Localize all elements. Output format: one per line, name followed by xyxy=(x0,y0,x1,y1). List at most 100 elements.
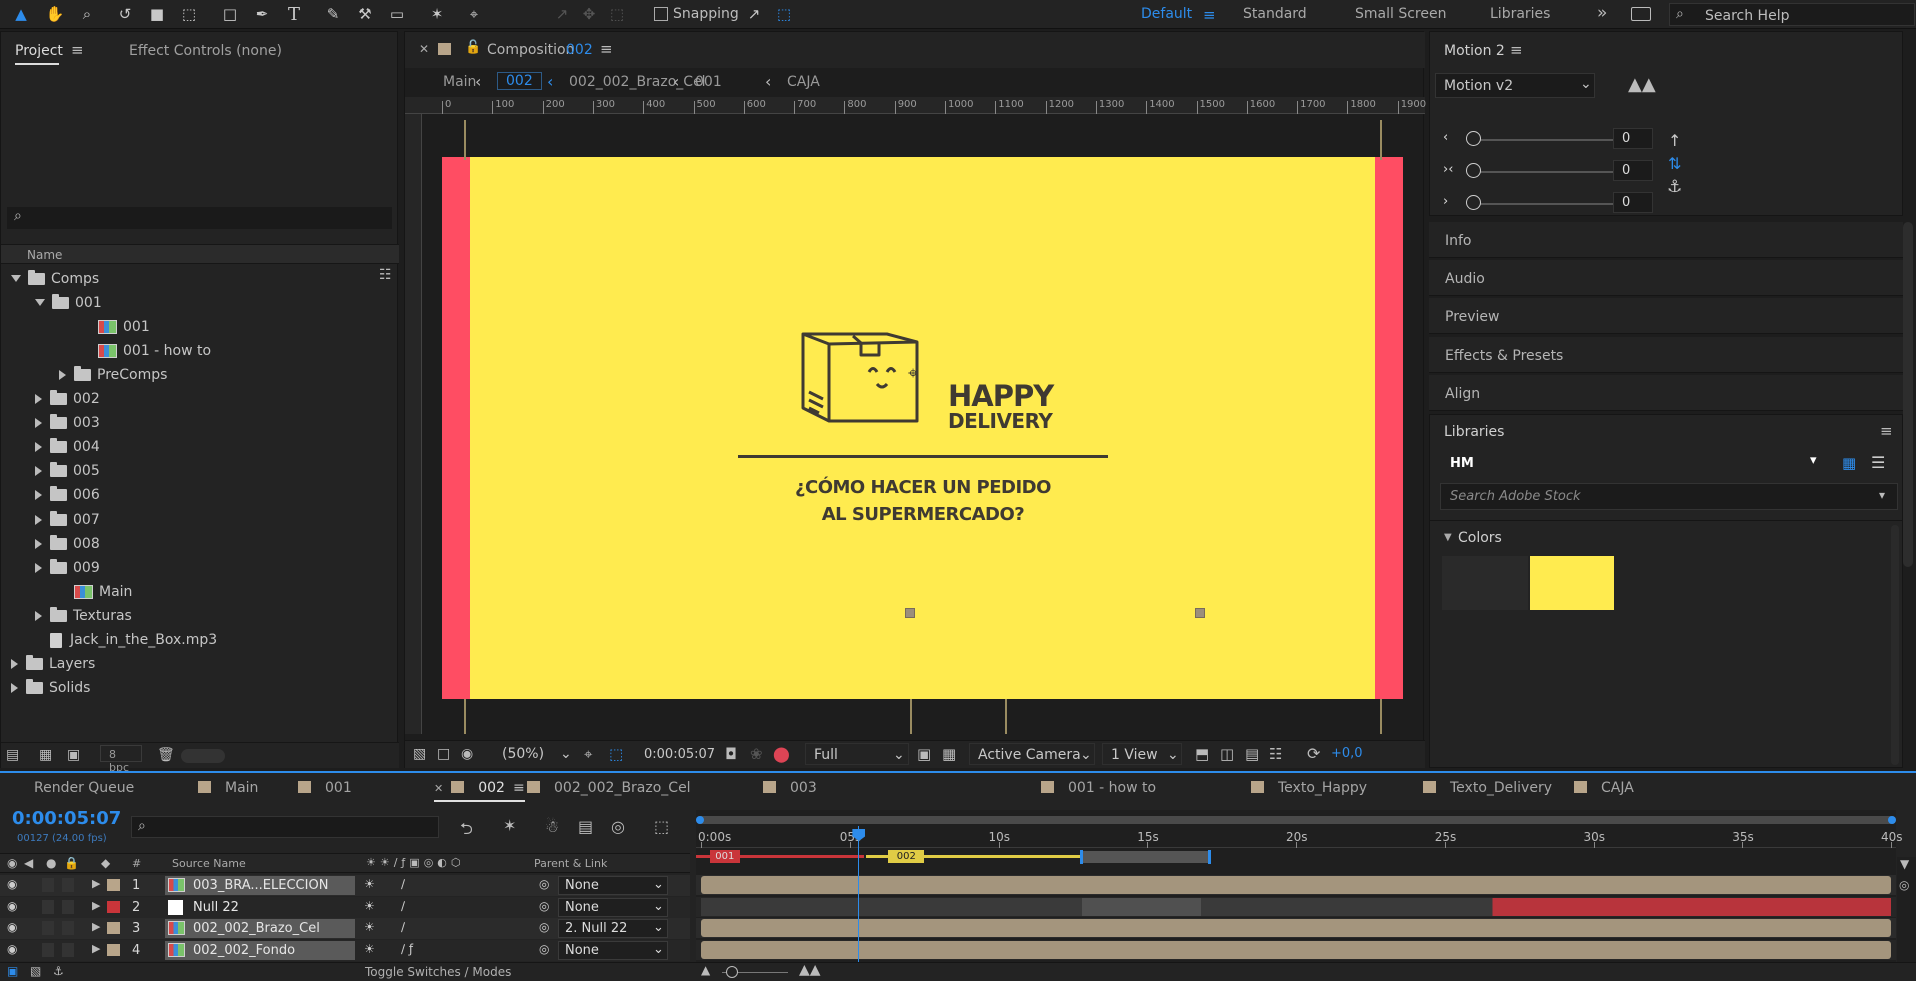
pick-whip-icon[interactable]: ◎ xyxy=(539,899,549,913)
solo-toggle[interactable] xyxy=(42,878,54,892)
audio-switch-icon[interactable]: ◀ xyxy=(24,856,33,870)
region-of-interest-icon[interactable]: ⬚ xyxy=(609,745,623,763)
workspace-default[interactable]: Default xyxy=(1141,6,1192,22)
navigator-end-handle[interactable] xyxy=(1888,816,1896,824)
pick-whip-icon[interactable]: ◎ xyxy=(539,877,549,891)
side-panel-info[interactable]: Info xyxy=(1429,222,1903,258)
lock-toggle[interactable] xyxy=(62,878,74,892)
solo-toggle[interactable] xyxy=(42,942,54,957)
rectangle-tool-icon[interactable]: □ xyxy=(219,3,241,25)
solo-switch-icon[interactable]: ● xyxy=(46,856,56,870)
project-item[interactable]: 001 xyxy=(1,291,379,314)
exposure-value[interactable]: +0,0 xyxy=(1331,746,1363,761)
eye-icon[interactable]: ◉ xyxy=(7,899,17,913)
work-area-navigator[interactable] xyxy=(696,816,1896,824)
expand-layer-icon[interactable]: ▶ xyxy=(92,877,100,890)
marker-edge[interactable] xyxy=(1208,850,1211,864)
side-panel-effects-presets[interactable]: Effects & Presets xyxy=(1429,336,1903,373)
null-handle-b[interactable] xyxy=(1195,608,1205,618)
timeline-search-input[interactable]: ⌕ xyxy=(131,816,439,838)
axis-local-icon[interactable]: ↗ xyxy=(551,3,573,25)
null-handle-a[interactable] xyxy=(905,608,915,618)
collapse-triangle-icon[interactable] xyxy=(35,610,42,621)
hand-tool-icon[interactable]: ✋ xyxy=(44,3,66,25)
swap-icon[interactable]: ⇅ xyxy=(1668,154,1681,173)
grid-view-icon[interactable]: ▦ xyxy=(1842,454,1856,472)
collapse-triangle-icon[interactable] xyxy=(59,369,66,380)
pen-tool-icon[interactable]: ✒ xyxy=(251,3,273,25)
project-item[interactable]: Jack_in_the_Box.mp3 xyxy=(1,629,379,652)
guide-line[interactable] xyxy=(1380,120,1382,160)
slider-track[interactable] xyxy=(1470,139,1622,141)
zoom-out-icon[interactable]: ▲ xyxy=(701,963,710,977)
frame-blending-icon[interactable]: ▤ xyxy=(578,817,593,836)
flowchart-icon[interactable]: ☷ xyxy=(379,267,392,283)
timeline-tab[interactable]: 003 xyxy=(763,780,817,796)
adobe-stock-search-input[interactable]: Search Adobe Stock ▾ xyxy=(1440,483,1898,510)
always-preview-icon[interactable]: ▧ xyxy=(413,746,426,762)
anchor-icon[interactable]: ⚓ xyxy=(1667,177,1682,197)
mask-visibility-icon[interactable]: ◉ xyxy=(461,746,473,762)
side-panel-audio[interactable]: Audio xyxy=(1429,260,1903,297)
transparency-grid-icon[interactable]: ▦ xyxy=(942,745,956,763)
snapshot-camera-icon[interactable]: ◘ xyxy=(725,745,737,763)
layer-duration-bar[interactable] xyxy=(701,919,1891,937)
comp-marker[interactable]: 002 xyxy=(888,850,925,863)
marker-edge[interactable] xyxy=(1080,850,1083,864)
trash-icon[interactable]: 🗑 xyxy=(157,747,175,763)
quality-icon[interactable]: ∕ xyxy=(401,877,405,891)
time-graph[interactable]: 0:00s 05s 10s 15s 20s 25s 30s 35s 40s 001 002 xyxy=(696,810,1903,981)
comp-menu-icon[interactable]: ≡ xyxy=(600,40,613,58)
shy-layers-icon[interactable]: ☃ xyxy=(545,817,559,836)
slider-value-input[interactable]: 0 xyxy=(1613,128,1653,149)
source-name-header[interactable]: Source Name xyxy=(172,857,246,870)
colors-collapse-icon[interactable]: ▼ xyxy=(1444,532,1452,543)
project-item[interactable]: 007 xyxy=(1,508,379,531)
solo-toggle[interactable] xyxy=(42,899,54,914)
project-item[interactable]: Main xyxy=(1,580,379,603)
brush-tool-icon[interactable]: ✎ xyxy=(322,3,344,25)
video-switch-icon[interactable]: ◉ xyxy=(7,856,17,870)
breadcrumb-item[interactable]: 001 xyxy=(695,74,722,90)
resolution-dropdown[interactable]: Full ⌄ xyxy=(805,743,909,765)
composition-mini-flowchart-icon[interactable]: ⮌ xyxy=(460,818,473,845)
list-view-icon[interactable]: ☰ xyxy=(1871,453,1885,472)
show-snapshot-icon[interactable]: ❀ xyxy=(750,745,763,763)
project-item[interactable]: Layers xyxy=(1,653,379,676)
libraries-menu-icon[interactable]: ≡ xyxy=(1880,422,1893,440)
slider-value-input[interactable]: 0 xyxy=(1613,192,1653,213)
lock-toggle[interactable] xyxy=(62,942,74,957)
layer-name-cell[interactable]: 003_BRA...ELECCION xyxy=(165,876,355,895)
snap-grid-icon[interactable]: ⬚ xyxy=(773,3,795,25)
motion-preset-dropdown[interactable]: Motion v2 ⌄ xyxy=(1435,73,1595,98)
project-item[interactable]: Texturas xyxy=(1,604,379,627)
timeline-icon[interactable]: ▤ xyxy=(1245,745,1259,763)
workspace-standard[interactable]: Standard xyxy=(1243,6,1307,22)
draft-3d-icon[interactable]: ◫ xyxy=(1220,745,1234,763)
axis-world-icon[interactable]: ✥ xyxy=(578,3,600,25)
project-item[interactable]: 008 xyxy=(1,532,379,555)
bit-depth-button[interactable]: 8 bpc xyxy=(100,745,142,774)
timeline-tab[interactable]: CAJA xyxy=(1574,780,1634,796)
slider-thumb[interactable] xyxy=(1466,163,1481,178)
comp-current-time[interactable]: 0:00:05:07 xyxy=(644,747,715,762)
comp-button-icon[interactable]: ◎ xyxy=(1899,878,1909,892)
guide-line[interactable] xyxy=(464,699,466,734)
sync-settings-icon[interactable] xyxy=(1631,7,1651,21)
project-search-input[interactable]: ⌕ xyxy=(7,207,392,229)
timeline-tab[interactable]: 001 xyxy=(298,780,352,796)
collapse-triangle-icon[interactable] xyxy=(11,683,18,694)
project-item[interactable]: 001 xyxy=(1,315,379,338)
fast-preview-icon[interactable]: ▣ xyxy=(917,745,931,763)
project-item[interactable]: 002 xyxy=(1,388,379,411)
project-item[interactable]: 001 - how to xyxy=(1,339,379,362)
breadcrumb-item[interactable]: 002 xyxy=(497,72,542,90)
safe-margins-icon[interactable]: ⌖ xyxy=(584,745,592,763)
anchor-point-icon[interactable]: ⌖ xyxy=(908,363,918,384)
roto-brush-tool-icon[interactable]: ✶ xyxy=(426,3,448,25)
new-comp-icon[interactable]: ▣ xyxy=(67,747,80,763)
eye-icon[interactable]: ◉ xyxy=(7,942,17,956)
snapping-checkbox[interactable] xyxy=(654,7,668,21)
motion-blur-icon[interactable]: ◎ xyxy=(611,817,625,836)
navigator-start-handle[interactable] xyxy=(696,816,704,824)
